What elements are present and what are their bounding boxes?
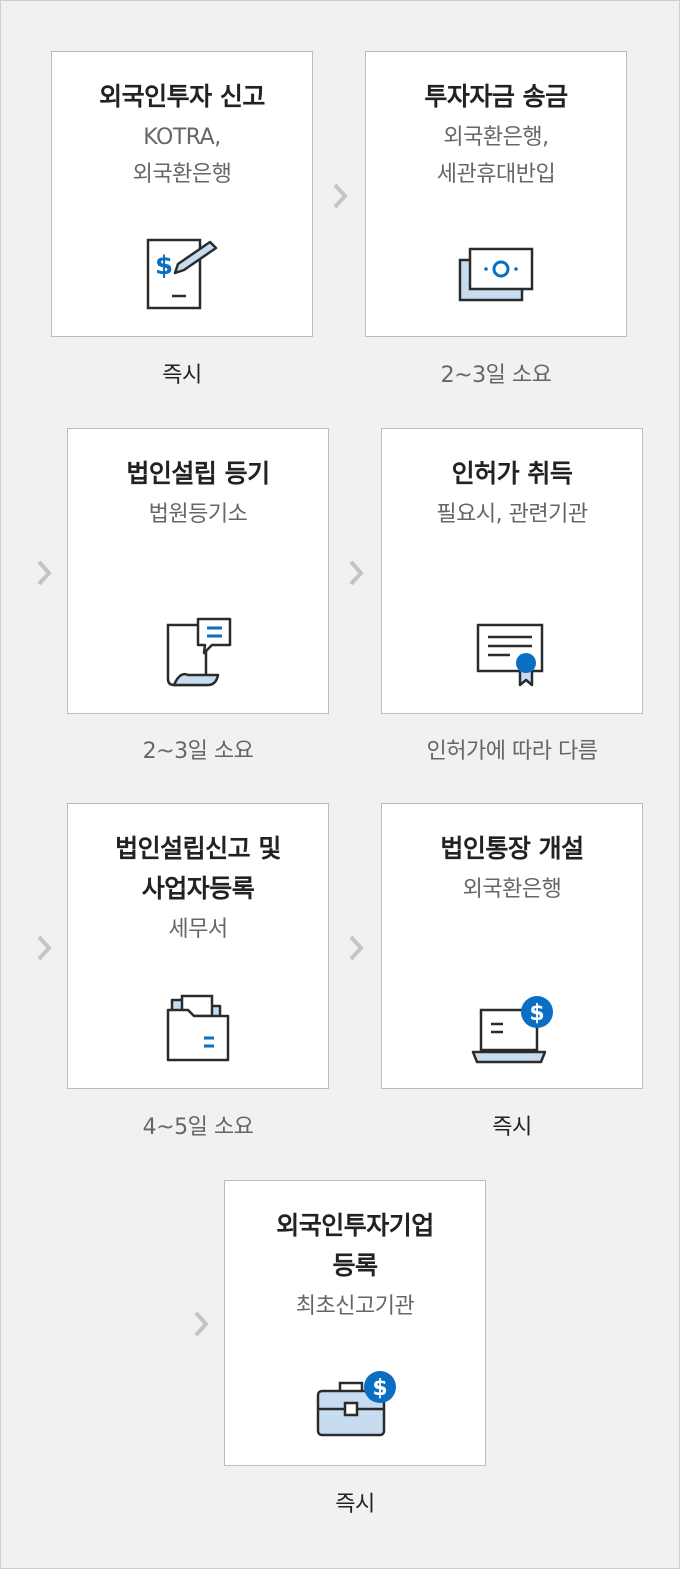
chevron-right-icon	[37, 935, 52, 961]
svg-text:$: $	[372, 1376, 387, 1401]
step-title: 법인설립신고 및 사업자등록	[115, 834, 281, 903]
step-agency: 최초신고기관	[295, 1294, 415, 1319]
step-card-bank-account: 법인통장 개설 외국환은행 $	[381, 803, 643, 1089]
step-agency: 법원등기소	[148, 502, 248, 527]
step-agency: 외국환은행, 세관휴대반입	[436, 125, 556, 187]
step-card-corporate-registration: 법인설립 등기 법원등기소	[67, 428, 329, 714]
banknotes-icon	[458, 247, 534, 302]
step-duration: 4~5일 소요	[142, 1115, 254, 1140]
chevron-right-icon	[349, 560, 364, 586]
step-duration: 즉시	[335, 1492, 375, 1517]
svg-text:$: $	[155, 251, 173, 281]
folder-icon	[166, 994, 230, 1062]
laptop-dollar-icon: $	[471, 996, 553, 1064]
chevron-right-icon	[37, 560, 52, 586]
document-dollar-pen-icon: $	[146, 238, 218, 310]
step-card-fie-registration: 외국인투자기업 등록 최초신고기관 $	[224, 1180, 486, 1466]
step-duration: 2~3일 소요	[440, 363, 552, 388]
step-card-business-registration: 법인설립신고 및 사업자등록 세무서	[67, 803, 329, 1089]
certificate-icon	[476, 623, 544, 687]
step-title: 외국인투자기업 등록	[276, 1211, 434, 1280]
step-title: 법인설립 등기	[126, 459, 270, 488]
briefcase-dollar-icon: $	[316, 1371, 396, 1437]
step-card-license-acquisition: 인허가 취득 필요시, 관련기관	[381, 428, 643, 714]
step-agency: 필요시, 관련기관	[436, 502, 588, 527]
step-duration: 즉시	[162, 363, 202, 388]
step-card-fund-remittance: 투자자금 송금 외국환은행, 세관휴대반입	[365, 51, 627, 337]
step-duration: 2~3일 소요	[142, 739, 254, 764]
step-card-foreign-investment-report: 외국인투자 신고 KOTRA, 외국환은행 $	[51, 51, 313, 337]
step-duration: 즉시	[492, 1115, 532, 1140]
chevron-right-icon	[349, 935, 364, 961]
step-duration: 인허가에 따라 다름	[426, 739, 598, 764]
step-title: 인허가 취득	[451, 459, 573, 488]
step-title: 법인통장 개설	[440, 834, 584, 863]
step-agency: KOTRA, 외국환은행	[132, 125, 232, 187]
step-title: 외국인투자 신고	[99, 82, 265, 111]
chevron-right-icon	[333, 183, 348, 209]
scroll-speech-icon	[166, 617, 232, 687]
step-agency: 외국환은행	[462, 877, 562, 902]
step-title: 투자자금 송금	[424, 82, 568, 111]
step-agency: 세무서	[168, 917, 228, 942]
chevron-right-icon	[194, 1311, 209, 1337]
svg-text:$: $	[529, 1001, 544, 1026]
